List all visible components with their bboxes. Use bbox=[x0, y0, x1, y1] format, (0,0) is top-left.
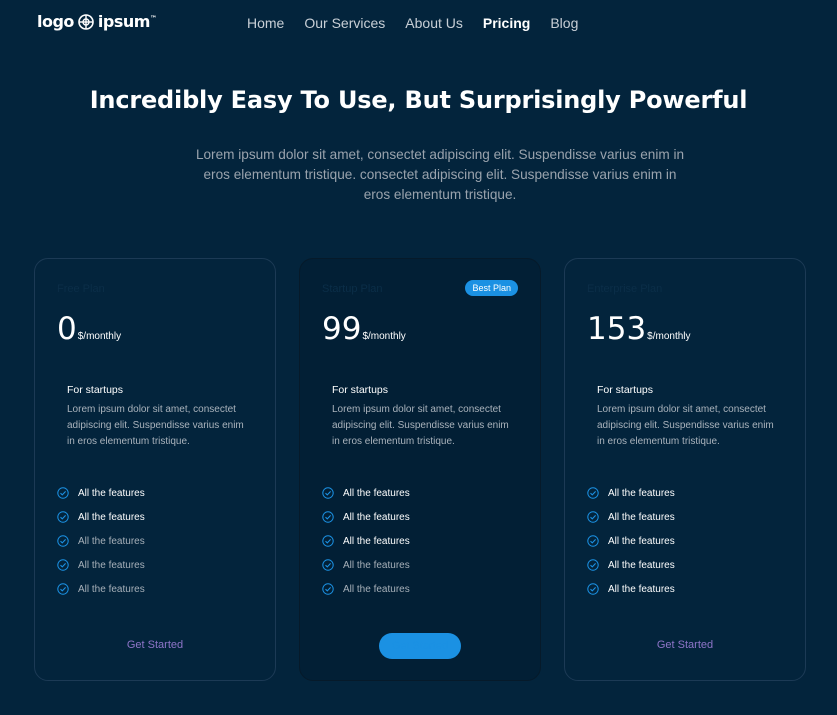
feature-list: All the features All the features All th… bbox=[57, 481, 145, 601]
feature-item: All the features bbox=[587, 505, 675, 529]
price-period: $/monthly bbox=[362, 331, 406, 342]
logo-word: ipsum bbox=[97, 12, 151, 31]
check-circle-icon bbox=[57, 535, 69, 547]
check-circle-icon bbox=[587, 559, 599, 571]
pricing-card-free: Free Plan 0 $/monthly For startups Lorem… bbox=[34, 258, 276, 681]
feature-item: All the features bbox=[322, 577, 410, 601]
segment-label: For startups bbox=[332, 384, 389, 396]
logo-text-left: logo bbox=[37, 12, 74, 31]
feature-label: All the features bbox=[78, 583, 145, 595]
segment-description: Lorem ipsum dolor sit amet, consectet ad… bbox=[67, 404, 244, 447]
feature-item: All the features bbox=[57, 505, 145, 529]
feature-label: All the features bbox=[78, 487, 145, 499]
get-started-button[interactable]: Get Started bbox=[127, 639, 183, 651]
check-circle-icon bbox=[57, 583, 69, 595]
price-period: $/monthly bbox=[77, 331, 122, 342]
logo[interactable]: logo ipsum™ bbox=[37, 12, 157, 31]
price-amount: 0 bbox=[57, 311, 77, 347]
feature-label: All the features bbox=[78, 559, 145, 571]
feature-label: All the features bbox=[608, 583, 675, 595]
segment-label: For startups bbox=[597, 384, 654, 396]
cta-wrapper: Get Started bbox=[35, 633, 275, 652]
check-circle-icon bbox=[57, 487, 69, 499]
plan-name: Startup Plan bbox=[322, 283, 383, 295]
feature-item: All the features bbox=[322, 553, 410, 577]
nav-item-our-services[interactable]: Our Services bbox=[304, 15, 385, 31]
feature-label: All the features bbox=[78, 511, 145, 523]
check-circle-icon bbox=[587, 583, 599, 595]
price-period: $/monthly bbox=[647, 331, 691, 342]
feature-label: All the features bbox=[343, 511, 410, 523]
feature-label: All the features bbox=[343, 535, 410, 547]
plan-name: Enterprise Plan bbox=[587, 283, 663, 295]
feature-item: All the features bbox=[57, 577, 145, 601]
price-amount: 153 bbox=[587, 311, 647, 347]
feature-item: All the features bbox=[322, 529, 410, 553]
check-circle-icon bbox=[322, 535, 334, 547]
feature-item: All the features bbox=[587, 553, 675, 577]
segment-description: Lorem ipsum dolor sit amet, consectet ad… bbox=[597, 404, 774, 447]
check-circle-icon bbox=[587, 487, 599, 499]
feature-item: All the features bbox=[57, 481, 145, 505]
feature-label: All the features bbox=[343, 487, 410, 499]
feature-item: All the features bbox=[587, 481, 675, 505]
check-circle-icon bbox=[322, 559, 334, 571]
feature-item: All the features bbox=[322, 481, 410, 505]
price: 0 $/monthly bbox=[57, 309, 121, 349]
nav-item-pricing[interactable]: Pricing bbox=[483, 15, 530, 31]
feature-list: All the features All the features All th… bbox=[322, 481, 410, 601]
top-nav: logo ipsum™ Home Our Services About Us P… bbox=[0, 0, 837, 50]
hero-subtitle: Lorem ipsum dolor sit amet, consectet ad… bbox=[195, 147, 685, 202]
check-circle-icon bbox=[322, 583, 334, 595]
segment-label: For startups bbox=[67, 384, 124, 396]
get-started-button[interactable]: Get Started bbox=[379, 633, 461, 659]
check-circle-icon bbox=[322, 511, 334, 523]
get-started-button[interactable]: Get Started bbox=[657, 639, 713, 651]
feature-label: All the features bbox=[78, 535, 145, 547]
pricing-card-enterprise: Enterprise Plan 153 $/monthly For startu… bbox=[564, 258, 806, 681]
feature-label: All the features bbox=[608, 487, 675, 499]
best-plan-badge: Best Plan bbox=[465, 280, 518, 296]
feature-item: All the features bbox=[57, 529, 145, 553]
globe-icon bbox=[78, 13, 94, 30]
price-amount: 99 bbox=[322, 311, 362, 347]
nav-item-about-us[interactable]: About Us bbox=[405, 15, 463, 31]
feature-label: All the features bbox=[343, 583, 410, 595]
logo-trademark: ™ bbox=[149, 14, 157, 23]
feature-label: All the features bbox=[608, 535, 675, 547]
segment-description: Lorem ipsum dolor sit amet, consectet ad… bbox=[332, 404, 509, 447]
feature-list: All the features All the features All th… bbox=[587, 481, 675, 601]
nav-item-home[interactable]: Home bbox=[247, 15, 284, 31]
feature-item: All the features bbox=[587, 577, 675, 601]
price: 99 $/monthly bbox=[322, 309, 406, 349]
feature-item: All the features bbox=[57, 553, 145, 577]
nav-item-blog[interactable]: Blog bbox=[550, 15, 578, 31]
check-circle-icon bbox=[587, 535, 599, 547]
check-circle-icon bbox=[57, 511, 69, 523]
feature-label: All the features bbox=[608, 559, 675, 571]
main-menu: Home Our Services About Us Pricing Blog bbox=[247, 15, 598, 31]
check-circle-icon bbox=[587, 511, 599, 523]
cta-wrapper: Get Started bbox=[565, 633, 805, 652]
check-circle-icon bbox=[322, 487, 334, 499]
plan-name: Free Plan bbox=[57, 283, 105, 295]
check-circle-icon bbox=[57, 559, 69, 571]
cta-wrapper: Get Started bbox=[300, 633, 540, 659]
feature-item: All the features bbox=[587, 529, 675, 553]
price: 153 $/monthly bbox=[587, 309, 691, 349]
feature-item: All the features bbox=[322, 505, 410, 529]
hero-title: Incredibly Easy To Use, But Surprisingly… bbox=[89, 86, 748, 114]
feature-label: All the features bbox=[608, 511, 675, 523]
feature-label: All the features bbox=[343, 559, 410, 571]
pricing-card-startup: Startup Plan Best Plan 99 $/monthly For … bbox=[299, 258, 541, 681]
logo-text-right: ipsum™ bbox=[98, 12, 157, 31]
